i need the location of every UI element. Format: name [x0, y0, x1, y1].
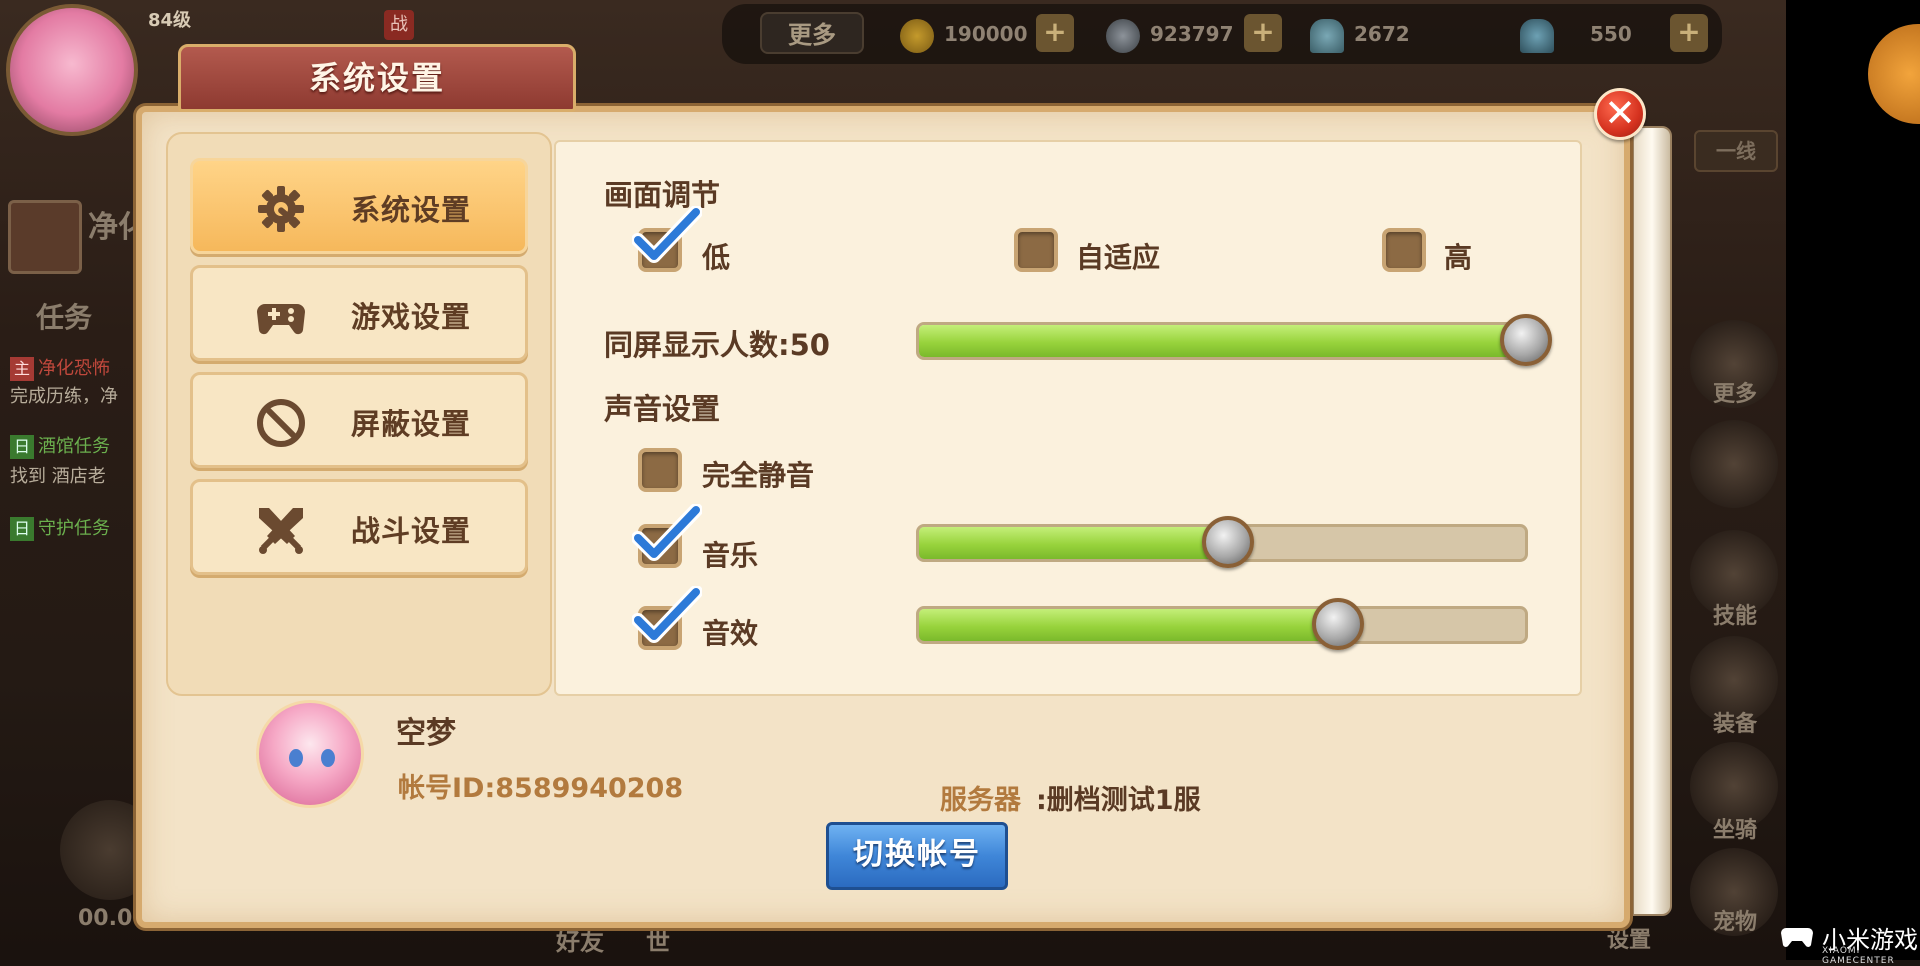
silver-coin-icon: [1106, 18, 1140, 53]
players-on-screen-slider[interactable]: [916, 322, 1544, 360]
avatar-eye-right: [321, 749, 335, 767]
sfx-slider-fill: [919, 609, 1341, 641]
graphics-adaptive-checkbox[interactable]: [1014, 228, 1058, 272]
tab-battle-settings[interactable]: 战斗设置: [190, 479, 528, 575]
sound-section-title: 声音设置: [604, 392, 721, 426]
check-icon: [632, 206, 702, 263]
server-label: 服务器: [940, 785, 1021, 816]
quest-line-text: 找到 酒店老: [10, 466, 106, 487]
tab-game-settings[interactable]: 游戏设置: [190, 265, 528, 361]
players-on-screen-label: 同屏显示人数:50: [604, 328, 830, 362]
check-icon: [632, 504, 702, 561]
quest-line-text: 酒馆任务: [38, 436, 110, 457]
graphics-high-label: 高: [1444, 241, 1473, 274]
shell-gem-icon: [1310, 18, 1344, 53]
currency-silver: 923797: [1106, 14, 1246, 54]
quest-line-text: 完成历练，净: [10, 386, 118, 407]
quest-line-1[interactable]: 主净化恐怖: [10, 354, 110, 381]
quest-line-4: 找到 酒店老: [10, 462, 106, 488]
graphics-high-checkbox[interactable]: [1382, 228, 1426, 272]
tab-block-settings[interactable]: 屏蔽设置: [190, 372, 528, 468]
gamepad-icon: [257, 304, 305, 335]
sfx-volume-slider[interactable]: [916, 606, 1528, 644]
music-label: 音乐: [702, 539, 759, 572]
player-name: 空梦: [396, 716, 456, 751]
currency-blue-gem: 550: [1520, 14, 1680, 54]
check-icon: [632, 586, 702, 643]
graphics-low-label: 低: [702, 241, 731, 274]
hud-more-button[interactable]: 更多: [760, 12, 864, 54]
tab-label: 战斗设置: [351, 514, 472, 548]
currency-gold: 190000: [900, 14, 1040, 54]
skill-label: 技能: [1712, 604, 1757, 629]
quest-tag-daily: 日: [10, 517, 34, 541]
close-button[interactable]: ✕: [1594, 88, 1646, 140]
close-icon: ✕: [1604, 91, 1636, 135]
hud-battle-tag: 战: [384, 10, 414, 40]
avatar: [256, 700, 364, 808]
avatar-eye-left: [289, 749, 303, 767]
quest-tag-main: 主: [10, 357, 34, 381]
quest-line-2: 完成历练，净: [10, 382, 118, 408]
silver-plus-button[interactable]: +: [1244, 14, 1282, 52]
blue-gem-plus-button[interactable]: +: [1670, 14, 1708, 52]
dialog-title: 系统设置: [178, 44, 576, 112]
server-value: :删档测试1服: [1036, 785, 1201, 816]
players-slider-knob[interactable]: [1500, 314, 1552, 366]
quest-line-text: 守护任务: [38, 518, 110, 539]
sfx-label: 音效: [702, 617, 759, 650]
gamepad-logo-icon: [1781, 928, 1813, 947]
quest-line-3[interactable]: 日酒馆任务: [10, 432, 110, 459]
mute-checkbox[interactable]: [638, 448, 682, 492]
mount-label: 坐骑: [1712, 818, 1757, 843]
hero-portrait[interactable]: [8, 200, 82, 274]
switch-account-button[interactable]: 切换帐号: [826, 822, 1008, 890]
pet-label: 宠物: [1712, 910, 1757, 935]
line-button[interactable]: 一线: [1694, 130, 1778, 172]
quest-tag-daily: 日: [10, 435, 34, 459]
hud-player-avatar[interactable]: [6, 4, 138, 136]
scroll-roll-edge: [1632, 126, 1672, 916]
currency-shell: 2672: [1310, 14, 1490, 54]
currency-gold-value: 190000: [944, 22, 1028, 46]
music-slider-fill: [919, 527, 1231, 559]
watermark-subtitle: XIAOMI GAMECENTER: [1822, 946, 1895, 966]
blue-gem-icon: [1520, 18, 1554, 53]
account-id: 帐号ID:8589940208: [398, 773, 684, 804]
screen-edge-black: [1786, 0, 1920, 960]
tab-label: 系统设置: [351, 193, 472, 227]
tab-label: 游戏设置: [351, 300, 472, 334]
graphics-adaptive-label: 自适应: [1076, 241, 1161, 274]
players-slider-fill: [919, 325, 1541, 357]
currency-silver-value: 923797: [1150, 22, 1234, 46]
mute-label: 完全静音: [702, 459, 815, 492]
sfx-slider-knob[interactable]: [1312, 598, 1364, 650]
bottom-time: 00.0: [78, 906, 133, 931]
gold-coin-icon: [900, 18, 934, 53]
equipment-label: 装备: [1712, 712, 1757, 737]
gear-wrench-icon: [258, 186, 304, 232]
monitor-icon[interactable]: [1690, 420, 1778, 508]
quest-line-5[interactable]: 日守护任务: [10, 514, 110, 541]
currency-blue-gem-value: 550: [1590, 22, 1632, 46]
block-icon: [257, 399, 305, 447]
quest-line-text: 净化恐怖: [38, 358, 110, 379]
hud-level: 84级: [148, 10, 192, 31]
music-slider-knob[interactable]: [1202, 516, 1254, 568]
tab-system-settings[interactable]: 系统设置: [190, 158, 528, 254]
quest-tab[interactable]: 任务: [36, 296, 92, 336]
crossed-swords-icon: [259, 508, 303, 554]
gold-plus-button[interactable]: +: [1036, 14, 1074, 52]
more-menu-label: 更多: [1712, 382, 1757, 407]
currency-shell-value: 2672: [1354, 22, 1410, 46]
tab-label: 屏蔽设置: [351, 407, 472, 441]
